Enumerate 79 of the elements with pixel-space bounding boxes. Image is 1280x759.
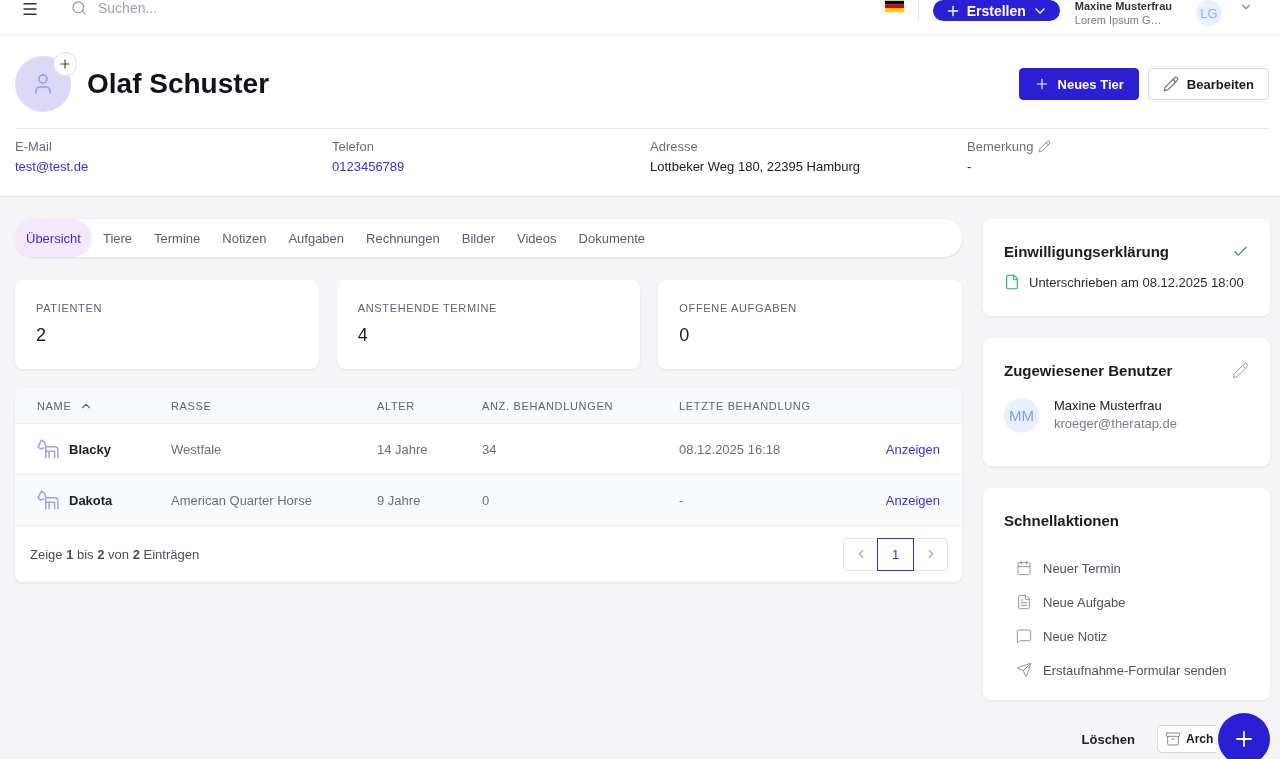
archive-button[interactable]: Arch [1157, 725, 1216, 753]
create-button[interactable]: Erstellen [932, 0, 1060, 21]
assigned-user-name: Maxine Musterfrau [1054, 397, 1163, 415]
organization-name: Lorem Ipsum G… [1074, 14, 1163, 26]
column-header[interactable]: ANZ. BEHANDLUNGEN [482, 399, 614, 412]
contact-link[interactable]: 0123456789 [332, 157, 650, 177]
table-cell-text: Westfale [171, 441, 223, 457]
plus-icon [58, 57, 72, 71]
horse-icon [37, 490, 59, 510]
tab[interactable]: Dokumente [567, 219, 657, 257]
page-button[interactable]: 1 [877, 537, 914, 571]
card-title: Einwilligungserklärung [1004, 242, 1170, 260]
column-header[interactable]: NAME [37, 398, 94, 413]
tab[interactable]: Übersicht [15, 219, 92, 257]
table-cell-text: American Quarter Horse [171, 492, 313, 508]
field-label: Adresse [650, 138, 698, 154]
table-cell-text: 14 Jahre [377, 441, 429, 457]
menu-icon[interactable] [21, 0, 39, 18]
archive-box-icon [1165, 731, 1181, 747]
horse-icon [37, 439, 59, 459]
field-label: E-Mail [15, 138, 52, 154]
flag-icon[interactable] [884, 0, 904, 13]
file-icon [1004, 274, 1020, 290]
column-header[interactable]: ALTER [377, 399, 415, 412]
stat-value: 4 [357, 324, 369, 346]
table-cell-text: 08.12.2025 16:18 [679, 441, 782, 457]
user-avatar: MM [1004, 397, 1039, 433]
client-name: Olaf Schuster [87, 68, 270, 100]
field-value: Lottbeker Weg 180, 22395 Hamburg [650, 158, 862, 176]
show-link[interactable]: Anzeigen [885, 441, 940, 457]
search-icon [71, 0, 87, 16]
contact-link[interactable]: test@test.de [15, 157, 332, 177]
stat-label: PATIENTEN [36, 301, 104, 315]
table-cell-text: 34 [482, 441, 498, 457]
field-label: Telefon [332, 138, 374, 154]
tab[interactable]: Rechnungen [355, 219, 451, 257]
column-header[interactable]: LETZTE BEHANDLUNG [679, 399, 811, 412]
edit-button[interactable]: Bearbeiten [1147, 68, 1269, 100]
column-header[interactable]: RASSE [171, 399, 212, 412]
stat-value: 2 [36, 324, 47, 346]
table-cell-text: 0 [482, 492, 491, 508]
quick-action[interactable]: Neue Notiz [1016, 619, 1108, 653]
card-title: Zugewiesener Benutzer [1004, 361, 1173, 379]
stat-value: 0 [679, 324, 691, 346]
animal-name: Dakota [69, 492, 113, 508]
quick-action[interactable]: Erstaufnahme-Formular senden [1016, 653, 1227, 687]
speech-bubble-icon [1016, 628, 1032, 644]
pencil-icon[interactable] [1232, 361, 1249, 379]
search-field[interactable]: Suchen... [98, 0, 358, 16]
entries-summary: Zeige 1 bis 2 von 2 Einträgen [30, 546, 200, 562]
tab[interactable]: Aufgaben [277, 219, 356, 257]
consent-status: Unterschrieben am 08.12.2025 18:00 [1029, 274, 1244, 290]
quick-action[interactable]: Neue Aufgabe [1016, 585, 1126, 619]
add-photo-button[interactable] [53, 52, 77, 76]
tab[interactable]: Videos [506, 219, 568, 257]
tab[interactable]: Termine [143, 219, 212, 257]
table-cell-text: - [679, 492, 685, 508]
calendar-icon [1016, 560, 1032, 576]
user-name: Maxine Musterfrau [1074, 0, 1172, 12]
send-icon [1016, 662, 1032, 678]
tab[interactable]: Notizen [211, 219, 278, 257]
field-label: Bemerkung [967, 138, 1034, 154]
assigned-user-email: kroeger@theratap.de [1054, 415, 1178, 433]
tab[interactable]: Bilder [450, 219, 507, 257]
stat-label: ANSTEHENDE TERMINE [357, 301, 499, 315]
table-cell-text: 9 Jahre [377, 492, 422, 508]
delete-button[interactable]: Löschen [1081, 731, 1135, 747]
pencil-icon[interactable] [1038, 139, 1052, 153]
show-link[interactable]: Anzeigen [885, 492, 940, 508]
card-title: Schnellaktionen [1004, 511, 1120, 529]
stat-label: OFFENE AUFGABEN [679, 301, 798, 315]
field-value: - [967, 158, 973, 176]
pencil-icon [1162, 76, 1179, 92]
animal-name: Blacky [69, 441, 111, 457]
floating-add-button[interactable] [1218, 713, 1270, 759]
document-icon [1016, 594, 1032, 610]
tab[interactable]: Tiere [91, 219, 144, 257]
new-animal-button[interactable]: Neues Tier [1018, 68, 1139, 100]
quick-action[interactable]: Neuer Termin [1016, 551, 1121, 585]
